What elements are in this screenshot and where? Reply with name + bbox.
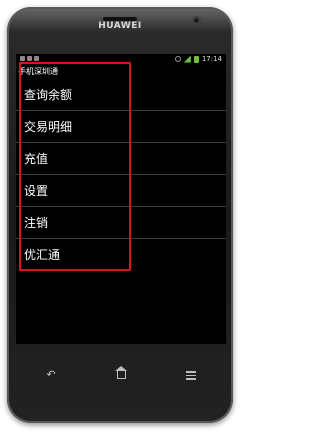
screen: 17:14 手机深圳通 查询余额 交易明细 充值 设置 注销 优汇通 bbox=[16, 54, 226, 344]
menu-item-logout[interactable]: 注销 bbox=[16, 207, 226, 239]
status-indicators: 17:14 bbox=[174, 55, 222, 63]
notification-icon bbox=[27, 56, 32, 61]
home-icon[interactable] bbox=[111, 366, 131, 382]
notification-icon bbox=[20, 56, 25, 61]
menu-item-query-balance[interactable]: 查询余额 bbox=[16, 79, 226, 111]
notification-icons bbox=[20, 55, 48, 63]
status-bar: 17:14 bbox=[16, 54, 226, 66]
back-arrow-icon[interactable]: ↶ bbox=[41, 368, 61, 382]
menu-item-youhuitong[interactable]: 优汇通 bbox=[16, 239, 226, 271]
alarm-icon bbox=[174, 56, 181, 62]
menu-item-recharge[interactable]: 充值 bbox=[16, 143, 226, 175]
navigation-bar: ↶ bbox=[16, 365, 226, 385]
menu-item-settings[interactable]: 设置 bbox=[16, 175, 226, 207]
signal-icon bbox=[183, 55, 191, 63]
status-time: 17:14 bbox=[201, 55, 222, 63]
main-menu: 查询余额 交易明细 充值 设置 注销 优汇通 bbox=[16, 79, 226, 271]
menu-item-transaction-details[interactable]: 交易明细 bbox=[16, 111, 226, 143]
app-title: 手机深圳通 bbox=[18, 67, 58, 76]
front-camera-icon bbox=[192, 16, 201, 25]
battery-icon bbox=[193, 55, 199, 63]
menu-icon[interactable] bbox=[181, 368, 201, 382]
notification-icon bbox=[34, 56, 39, 61]
